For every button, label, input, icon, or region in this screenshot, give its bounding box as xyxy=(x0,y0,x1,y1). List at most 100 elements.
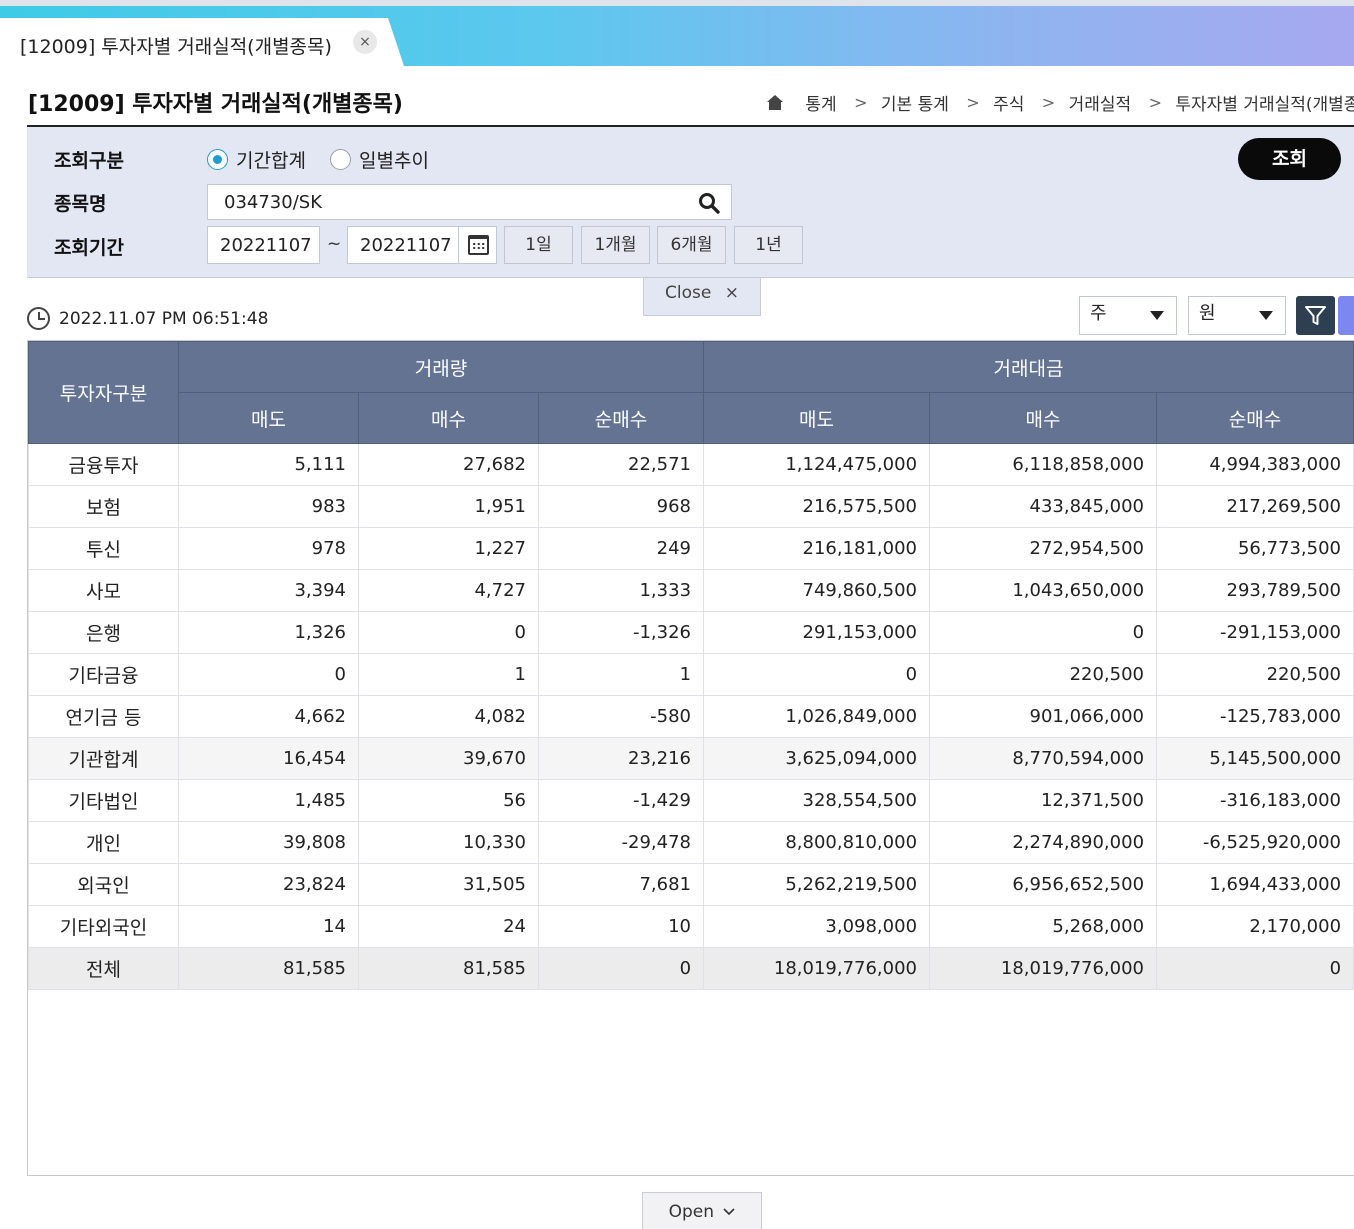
amount-unit-select[interactable]: 원 xyxy=(1188,296,1286,335)
breadcrumb-item[interactable]: 기본 통계 xyxy=(881,90,949,114)
breadcrumb: 통계 > 기본 통계 > 주식 > 거래실적 > 투자자별 거래실적(개별종목) xyxy=(766,90,1354,114)
value-cell: 1,227 xyxy=(358,527,539,570)
value-cell: 328,554,500 xyxy=(703,779,931,822)
header-amount-net[interactable]: 순매수 xyxy=(1156,392,1354,444)
value-cell: 2,274,890,000 xyxy=(929,821,1158,864)
table-row[interactable]: 개인 39,808 10,330 -29,478 8,800,810,000 2,274,… xyxy=(28,821,1354,864)
period-label: 조회기간 xyxy=(54,237,124,259)
volume-unit-select[interactable]: 주 xyxy=(1079,296,1177,335)
filter-button[interactable] xyxy=(1296,296,1335,335)
table-row[interactable]: 보험 983 1,951 968 216,575,500 433,845,000 217,2… xyxy=(28,485,1354,528)
tab-title[interactable]: [12009] 투자자별 거래실적(개별종목) xyxy=(20,32,332,59)
breadcrumb-item[interactable]: 주식 xyxy=(993,90,1024,114)
value-cell: 291,153,000 xyxy=(703,611,931,654)
value-cell: 7,681 xyxy=(537,863,705,906)
value-cell: 8,770,594,000 xyxy=(929,737,1158,780)
breadcrumb-item[interactable]: 통계 xyxy=(805,90,836,114)
value-cell: 23,824 xyxy=(178,863,359,906)
value-cell: 18,019,776,000 xyxy=(929,947,1158,990)
period-1year-button[interactable]: 1년 xyxy=(734,226,803,264)
value-cell: 5,111 xyxy=(178,443,359,486)
header-amount-sell[interactable]: 매도 xyxy=(703,392,931,444)
value-cell: 249 xyxy=(537,527,705,570)
radio-daily-trend[interactable] xyxy=(330,149,351,170)
investor-trading-grid: 투자자구분 거래량 거래대금 매도 매수 순매수 매도 매수 순매수 금융투자 5… xyxy=(27,340,1354,1176)
date-from-input[interactable] xyxy=(207,226,320,264)
investor-type-cell: 기타금융 xyxy=(28,653,179,696)
value-cell: 23,216 xyxy=(537,737,705,780)
table-row[interactable]: 기관합계 16,454 39,670 23,216 3,625,094,000 8,770… xyxy=(28,737,1354,780)
period-1day-button[interactable]: 1일 xyxy=(504,226,573,264)
calendar-button[interactable] xyxy=(458,226,497,264)
search-icon[interactable] xyxy=(698,192,720,214)
period-6month-button[interactable]: 6개월 xyxy=(657,226,726,264)
value-cell: 16,454 xyxy=(178,737,359,780)
table-row[interactable]: 기타외국인 14 24 10 3,098,000 5,268,000 2,170,000 xyxy=(28,905,1354,948)
header-amount-buy[interactable]: 매수 xyxy=(929,392,1158,444)
header-volume-sell[interactable]: 매도 xyxy=(178,392,359,444)
value-cell: 901,066,000 xyxy=(929,695,1158,738)
table-row[interactable]: 외국인 23,824 31,505 7,681 5,262,219,500 6,956,6… xyxy=(28,863,1354,906)
data-table: 투자자구분 거래량 거래대금 매도 매수 순매수 매도 매수 순매수 금융투자 5… xyxy=(28,341,1354,990)
download-button[interactable] xyxy=(1338,296,1354,335)
value-cell: 39,808 xyxy=(178,821,359,864)
value-cell: -29,478 xyxy=(537,821,705,864)
radio-daily-trend-label[interactable]: 일별추이 xyxy=(359,146,429,173)
breadcrumb-item[interactable]: 거래실적 xyxy=(1069,90,1132,114)
value-cell: 22,571 xyxy=(537,443,705,486)
stock-search-input[interactable] xyxy=(207,184,732,220)
period-1month-button[interactable]: 1개월 xyxy=(581,226,650,264)
value-cell: 1,026,849,000 xyxy=(703,695,931,738)
close-toggle-label: Close xyxy=(665,283,712,303)
value-cell: -580 xyxy=(537,695,705,738)
value-cell: 216,575,500 xyxy=(703,485,931,528)
value-cell: 81,585 xyxy=(178,947,359,990)
dropdown-caret-icon xyxy=(1150,311,1164,320)
chevron-right-icon: > xyxy=(966,93,980,112)
table-row[interactable]: 전체 81,585 81,585 0 18,019,776,000 18,019,776,… xyxy=(28,947,1354,990)
home-icon[interactable] xyxy=(766,94,784,111)
chevron-right-icon: > xyxy=(1041,93,1056,112)
table-row[interactable]: 기타법인 1,485 56 -1,429 328,554,500 12,371,500 -3… xyxy=(28,779,1354,822)
tab-close-icon[interactable]: × xyxy=(353,30,377,54)
header-investor-type[interactable]: 투자자구분 xyxy=(28,341,179,444)
value-cell: 4,994,383,000 xyxy=(1156,443,1354,486)
date-to-input[interactable] xyxy=(347,226,459,264)
value-cell: 220,500 xyxy=(1156,653,1354,696)
value-cell: 0 xyxy=(358,611,539,654)
table-row[interactable]: 기타금융 0 1 1 0 220,500 220,500 xyxy=(28,653,1354,696)
value-cell: 1,333 xyxy=(537,569,705,612)
value-cell: 39,670 xyxy=(358,737,539,780)
table-row[interactable]: 연기금 등 4,662 4,082 -580 1,026,849,000 901,066,… xyxy=(28,695,1354,738)
header-volume-net[interactable]: 순매수 xyxy=(537,392,705,444)
close-search-toggle[interactable]: Close × xyxy=(643,278,761,316)
value-cell: 1 xyxy=(358,653,539,696)
value-cell: 10 xyxy=(537,905,705,948)
table-row[interactable]: 투신 978 1,227 249 216,181,000 272,954,500 56,77… xyxy=(28,527,1354,570)
query-button[interactable]: 조회 xyxy=(1238,138,1341,180)
breadcrumb-item[interactable]: 투자자별 거래실적(개별종목) xyxy=(1175,90,1354,114)
stock-name-label: 종목명 xyxy=(54,193,107,215)
open-toggle[interactable]: Open xyxy=(642,1192,762,1229)
value-cell: 217,269,500 xyxy=(1156,485,1354,528)
investor-type-cell: 기관합계 xyxy=(28,737,179,780)
value-cell: 1 xyxy=(537,653,705,696)
header-volume-buy[interactable]: 매수 xyxy=(358,392,539,444)
value-cell: 6,118,858,000 xyxy=(929,443,1158,486)
table-row[interactable]: 사모 3,394 4,727 1,333 749,860,500 1,043,650,00… xyxy=(28,569,1354,612)
value-cell: 433,845,000 xyxy=(929,485,1158,528)
volume-unit-value: 주 xyxy=(1090,303,1107,324)
radio-period-total[interactable] xyxy=(207,149,228,170)
open-toggle-label: Open xyxy=(668,1202,714,1222)
table-row[interactable]: 금융투자 5,111 27,682 22,571 1,124,475,000 6,118,… xyxy=(28,443,1354,486)
value-cell: -1,326 xyxy=(537,611,705,654)
investor-type-cell: 개인 xyxy=(28,821,179,864)
radio-period-total-label[interactable]: 기간합계 xyxy=(236,146,306,173)
value-cell: 4,082 xyxy=(358,695,539,738)
date-range-separator: ~ xyxy=(327,234,342,254)
value-cell: 1,694,433,000 xyxy=(1156,863,1354,906)
value-cell: 216,181,000 xyxy=(703,527,931,570)
value-cell: 56,773,500 xyxy=(1156,527,1354,570)
header-group-amount: 거래대금 xyxy=(703,341,1354,393)
table-row[interactable]: 은행 1,326 0 -1,326 291,153,000 0 -291,153,000 xyxy=(28,611,1354,654)
